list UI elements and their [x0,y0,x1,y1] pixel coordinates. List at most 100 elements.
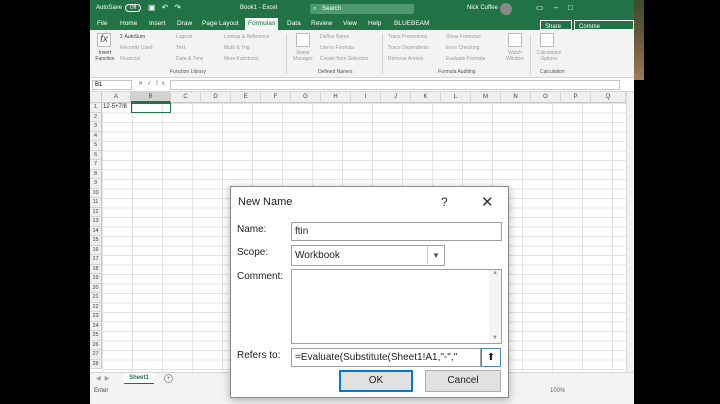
row-header-11[interactable]: 11 [90,198,102,208]
comment-field[interactable]: ▲ ▼ [291,269,502,344]
trace-precedents-button[interactable]: Trace Precedents [388,34,427,40]
lookup-reference-button[interactable]: Lookup & Reference [224,34,270,40]
comment-scrollbar[interactable]: ▲ ▼ [489,270,501,343]
column-header-f[interactable]: F [261,92,291,103]
column-header-m[interactable]: M [471,92,501,103]
name-field[interactable]: ftin [291,222,502,241]
maximize-icon[interactable]: □ [568,3,583,12]
row-header-6[interactable]: 6 [90,150,102,160]
show-formulas-button[interactable]: Show Formulas [446,34,481,40]
trace-dependents-button[interactable]: Trace Dependents [388,45,429,51]
active-cell-b1[interactable] [131,103,171,113]
scroll-down-icon[interactable]: ▼ [489,335,501,341]
cell-a1[interactable]: 12-5+7/8 [103,104,127,110]
tab-draw[interactable]: Draw [177,20,192,27]
financial-button[interactable]: Financial [120,56,140,62]
row-header-21[interactable]: 21 [90,293,102,303]
fx-icon[interactable]: fx [156,81,169,87]
row-header-18[interactable]: 18 [90,264,102,274]
scroll-up-icon[interactable]: ▲ [489,270,501,276]
row-header-7[interactable]: 7 [90,160,102,170]
row-header-16[interactable]: 16 [90,245,102,255]
row-header-19[interactable]: 19 [90,274,102,284]
vertical-scrollbar[interactable] [626,92,634,372]
tab-view[interactable]: View [343,20,357,27]
enter-icon[interactable]: ✓ [147,81,156,87]
date-time-button[interactable]: Date & Time [176,56,204,62]
share-button[interactable]: Share [540,20,572,30]
row-header-28[interactable]: 28 [90,359,102,369]
row-header-15[interactable]: 15 [90,236,102,246]
comments-button[interactable]: Comme [574,20,634,30]
recently-used-button[interactable]: Recently Used [120,45,153,51]
text-button[interactable]: Text [176,45,185,51]
error-checking-button[interactable]: Error Checking [446,45,479,51]
collapse-dialog-icon[interactable]: ⬆ [481,348,501,367]
calculation-options-button[interactable]: Calculation Options [534,50,564,62]
column-header-b[interactable]: B [131,92,171,103]
watch-window-button[interactable]: Watch Window [503,50,527,62]
tab-review[interactable]: Review [311,20,332,27]
tab-formulas[interactable]: Formulas [245,18,279,30]
tab-page-layout[interactable]: Page Layout [202,20,239,27]
row-header-23[interactable]: 23 [90,312,102,322]
redo-icon[interactable]: ↷ [174,3,187,12]
select-all-corner[interactable] [90,92,102,103]
column-header-e[interactable]: E [231,92,261,103]
column-header-p[interactable]: P [561,92,591,103]
autosave-toggle[interactable]: Off [125,4,141,12]
define-name-button[interactable]: Define Name [320,34,349,40]
column-header-d[interactable]: D [201,92,231,103]
row-header-8[interactable]: 8 [90,169,102,179]
row-header-3[interactable]: 3 [90,122,102,132]
row-header-22[interactable]: 22 [90,302,102,312]
logical-button[interactable]: Logical [176,34,192,40]
name-manager-button[interactable]: Name Manager [290,50,316,62]
column-header-g[interactable]: G [291,92,321,103]
row-header-20[interactable]: 20 [90,283,102,293]
formula-input[interactable] [170,80,620,90]
row-header-10[interactable]: 10 [90,188,102,198]
tab-insert[interactable]: Insert [149,20,165,27]
row-header-5[interactable]: 5 [90,141,102,151]
watch-window-icon[interactable] [508,33,522,47]
evaluate-formula-button[interactable]: Evaluate Formula [446,56,485,62]
add-sheet-button[interactable]: + [164,374,173,383]
avatar[interactable] [500,3,512,15]
row-header-26[interactable]: 26 [90,340,102,350]
row-header-27[interactable]: 27 [90,350,102,360]
insert-function-icon[interactable]: fx [97,33,111,47]
row-header-1[interactable]: 1 [90,103,102,113]
ribbon-options-icon[interactable]: ▭ [536,3,554,12]
sheet-nav-arrows[interactable]: ◀▶ [96,375,113,382]
ok-button[interactable]: OK [339,370,413,392]
tab-help[interactable]: Help [368,20,381,27]
row-header-2[interactable]: 2 [90,112,102,122]
row-header-4[interactable]: 4 [90,131,102,141]
cancel-icon[interactable]: ✕ [138,81,147,87]
column-header-o[interactable]: O [531,92,561,103]
calculation-options-icon[interactable] [540,33,554,47]
minimize-icon[interactable]: – [554,3,568,12]
chevron-down-icon[interactable]: ▼ [427,245,445,266]
row-header-25[interactable]: 25 [90,331,102,341]
column-header-l[interactable]: L [441,92,471,103]
column-header-c[interactable]: C [171,92,201,103]
row-header-17[interactable]: 17 [90,255,102,265]
cancel-button[interactable]: Cancel [425,370,501,392]
scope-select[interactable]: Workbook [291,245,445,266]
column-header-h[interactable]: H [321,92,351,103]
column-header-k[interactable]: K [411,92,441,103]
refers-to-field[interactable]: =Evaluate(Substitute(Sheet1!A1,"-"," [291,348,481,367]
more-functions-button[interactable]: More Functions [224,56,258,62]
create-from-selection-button[interactable]: Create from Selection [320,56,368,62]
use-in-formula-button[interactable]: Use in Formula [320,45,354,51]
row-header-12[interactable]: 12 [90,207,102,217]
tab-home[interactable]: Home [120,20,137,27]
help-button[interactable]: ? [441,195,448,209]
column-header-q[interactable]: Q [591,92,626,103]
autosum-button[interactable]: Σ AutoSum [120,34,145,40]
column-header-i[interactable]: I [351,92,381,103]
row-header-13[interactable]: 13 [90,217,102,227]
math-trig-button[interactable]: Math & Trig [224,45,250,51]
